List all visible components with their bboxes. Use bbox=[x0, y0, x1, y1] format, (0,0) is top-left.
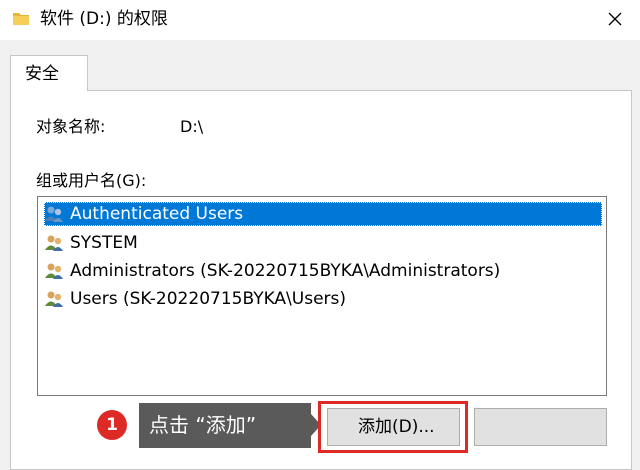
window-title: 软件 (D:) 的权限 bbox=[40, 9, 168, 29]
step-number-badge: 1 bbox=[97, 410, 127, 440]
tab-security[interactable]: 安全 bbox=[10, 55, 88, 91]
user-group-icon bbox=[45, 235, 63, 251]
user-group-icon bbox=[45, 263, 63, 279]
remove-button[interactable] bbox=[474, 408, 607, 446]
list-item[interactable]: Users (SK-20220715BYKA\Users) bbox=[44, 287, 602, 311]
annotation-text: 点击 “添加” bbox=[149, 413, 257, 437]
user-group-icon bbox=[45, 206, 63, 222]
user-name: SYSTEM bbox=[70, 233, 138, 253]
add-button[interactable]: 添加(D)... bbox=[327, 408, 460, 446]
tab-security-label: 安全 bbox=[25, 64, 59, 84]
list-item[interactable]: SYSTEM bbox=[44, 231, 602, 255]
user-name: Users (SK-20220715BYKA\Users) bbox=[70, 289, 347, 309]
object-name-label: 对象名称: bbox=[36, 117, 106, 136]
user-group-icon bbox=[45, 291, 63, 307]
list-item[interactable]: Authenticated Users bbox=[44, 202, 602, 226]
folder-icon bbox=[13, 13, 29, 25]
close-icon[interactable] bbox=[600, 6, 630, 32]
list-item[interactable]: Administrators (SK-20220715BYKA\Administ… bbox=[44, 259, 602, 283]
group-user-names-label: 组或用户名(G): bbox=[36, 171, 147, 190]
object-name-value: D:\ bbox=[180, 117, 204, 136]
annotation-callout: 点击 “添加” bbox=[139, 403, 311, 448]
user-list[interactable]: Authenticated Users SYSTEM Administrator… bbox=[37, 196, 607, 396]
user-name: Administrators (SK-20220715BYKA\Administ… bbox=[70, 261, 501, 281]
title-bar: 软件 (D:) 的权限 bbox=[0, 0, 640, 40]
add-button-label: 添加(D)... bbox=[358, 417, 435, 437]
user-name: Authenticated Users bbox=[70, 204, 244, 224]
